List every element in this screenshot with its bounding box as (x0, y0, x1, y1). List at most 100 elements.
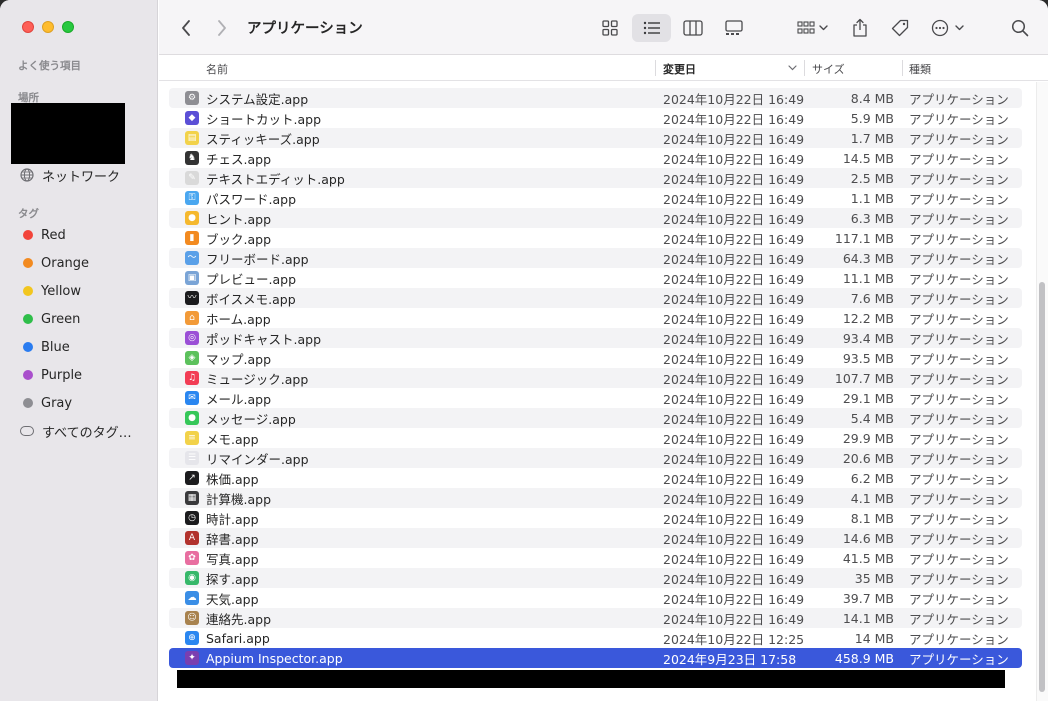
file-kind: アプリケーション (909, 211, 1009, 227)
file-name: ブック.app (206, 231, 272, 247)
file-row[interactable]: ◉ 探す.app 2024年10月22日 16:49 35 MB アプリケーション (169, 568, 1022, 588)
scroll-thumb[interactable] (1039, 282, 1045, 692)
tag-color-dot-icon (23, 258, 33, 268)
file-name: マップ.app (206, 351, 272, 367)
vertical-scrollbar[interactable] (1036, 82, 1048, 701)
file-row[interactable]: ⚙ システム設定.app 2024年10月22日 16:49 8.4 MB アプリケーシ… (169, 88, 1022, 108)
file-date: 2024年10月22日 16:49 (663, 451, 805, 467)
file-name: Appium Inspector.app (206, 650, 343, 666)
file-row[interactable]: ● ヒント.app 2024年10月22日 16:49 6.3 MB アプリケーション (169, 208, 1022, 228)
file-name: 連絡先.app (206, 611, 272, 627)
file-row[interactable]: ◈ マップ.app 2024年10月22日 16:49 93.5 MB アプリケーション (169, 348, 1022, 368)
sidebar-item-tag-purple[interactable]: Purple (20, 365, 82, 385)
file-row[interactable]: ☺ 連絡先.app 2024年10月22日 16:49 14.1 MB アプリケーション (169, 608, 1022, 628)
column-size-header[interactable]: サイズ (812, 61, 845, 77)
file-row[interactable]: ☰ リマインダー.app 2024年10月22日 16:49 20.6 MB アプリケー… (169, 448, 1022, 468)
file-size: 2.5 MB (850, 170, 894, 186)
file-size: 6.3 MB (850, 210, 894, 226)
file-name: メモ.app (206, 431, 259, 447)
zoom-window-button[interactable] (62, 21, 74, 33)
file-row[interactable]: A 辞書.app 2024年10月22日 16:49 14.6 MB アプリケーション (169, 528, 1022, 548)
file-kind: アプリケーション (909, 191, 1009, 207)
file-size: 5.9 MB (850, 110, 894, 126)
column-separator[interactable] (902, 60, 903, 76)
file-row[interactable]: ▣ プレビュー.app 2024年10月22日 16:49 11.1 MB アプリケーシ… (169, 268, 1022, 288)
column-date-header[interactable]: 変更日 (663, 61, 696, 77)
music-note-icon: ♫ (185, 371, 199, 385)
forward-button[interactable] (211, 14, 233, 42)
column-name-header[interactable]: 名前 (206, 61, 228, 77)
sidebar-item-tag-blue[interactable]: Blue (20, 337, 70, 357)
map-icon: ◈ (185, 351, 199, 365)
column-separator[interactable] (655, 60, 656, 76)
view-icons-button[interactable] (596, 14, 624, 42)
file-row[interactable]: ▤ スティッキーズ.app 2024年10月22日 16:49 1.7 MB アプリケー… (169, 128, 1022, 148)
search-button[interactable] (1007, 14, 1033, 42)
share-button[interactable] (847, 14, 873, 42)
file-size: 1.7 MB (850, 130, 894, 146)
file-row[interactable]: ↗ 株価.app 2024年10月22日 16:49 6.2 MB アプリケーション (169, 468, 1022, 488)
column-kind-header[interactable]: 種類 (909, 61, 931, 77)
sidebar-item-network[interactable]: ネットワーク (20, 165, 120, 185)
file-row[interactable]: 〜フリーボード.app 2024年10月22日 16:49 64.3 MB アプリケー… (169, 248, 1022, 268)
action-menu-button[interactable] (929, 14, 969, 42)
sidebar-item-label: Orange (41, 255, 90, 271)
minimize-window-button[interactable] (42, 21, 54, 33)
sidebar-item-tag-yellow[interactable]: Yellow (20, 281, 81, 301)
group-button[interactable] (793, 14, 833, 42)
view-gallery-button[interactable] (720, 14, 748, 42)
ellipsis-circle-icon (931, 19, 964, 37)
sidebar-item-tag-orange[interactable]: Orange (20, 253, 89, 273)
file-name: ショートカット.app (206, 111, 322, 127)
house-icon: ⌂ (185, 311, 199, 325)
file-row[interactable]: ⊕ Safari.app 2024年10月22日 12:25 14 MB アプリケーショ… (169, 628, 1022, 648)
file-row[interactable]: ✉ メール.app 2024年10月22日 16:49 29.1 MB アプリケーション (169, 388, 1022, 408)
file-row[interactable]: ⚿ パスワード.app 2024年10月22日 16:49 1.1 MB アプリケーショ… (169, 188, 1022, 208)
file-name: チェス.app (206, 151, 272, 167)
file-kind: アプリケーション (909, 351, 1009, 367)
file-kind: アプリケーション (909, 551, 1009, 567)
waveform-icon: 〰 (185, 291, 199, 305)
file-kind: アプリケーション (909, 91, 1009, 107)
file-date: 2024年10月22日 16:49 (663, 111, 805, 127)
back-button[interactable] (175, 14, 197, 42)
column-header: 名前 変更日 サイズ 種類 (159, 56, 1048, 81)
sidebar-item-label: Purple (41, 367, 83, 383)
file-row[interactable]: 〰ボイスメモ.app 2024年10月22日 16:49 7.6 MB アプリケーショ… (169, 288, 1022, 308)
file-row[interactable]: ⌂ ホーム.app 2024年10月22日 16:49 12.2 MB アプリケーション (169, 308, 1022, 328)
file-row[interactable]: ♞ チェス.app 2024年10月22日 16:49 14.5 MB アプリケーション (169, 148, 1022, 168)
view-list-button[interactable] (632, 14, 671, 42)
file-kind: アプリケーション (909, 171, 1009, 187)
file-row[interactable]: ◎ ポッドキャスト.app 2024年10月22日 16:49 93.4 MB アプリケ… (169, 328, 1022, 348)
columns-icon (683, 20, 703, 36)
file-name: 探す.app (206, 571, 259, 587)
sidebar-item-all-tags[interactable]: すべてのタグ… (20, 421, 132, 441)
file-name: 株価.app (206, 471, 259, 487)
sort-descending-chevron-icon (788, 65, 797, 71)
sidebar-item-tag-green[interactable]: Green (20, 309, 80, 329)
file-row[interactable]: ≡ メモ.app 2024年10月22日 16:49 29.9 MB アプリケーション (169, 428, 1022, 448)
file-row[interactable]: ◆ ショートカット.app 2024年10月22日 16:49 5.9 MB アプリケー… (169, 108, 1022, 128)
close-window-button[interactable] (22, 21, 34, 33)
column-separator[interactable] (804, 60, 805, 76)
sidebar-item-tag-red[interactable]: Red (20, 225, 66, 245)
file-row[interactable]: ☁ 天気.app 2024年10月22日 16:49 39.7 MB アプリケーション (169, 588, 1022, 608)
sidebar-item-tag-gray[interactable]: Gray (20, 393, 72, 413)
file-row[interactable]: ✎ テキストエディット.app 2024年10月22日 16:49 2.5 MB アプリ… (169, 168, 1022, 188)
file-row[interactable]: ♫ ミュージック.app 2024年10月22日 16:49 107.7 MB アプリケ… (169, 368, 1022, 388)
file-row[interactable]: ✿ 写真.app 2024年10月22日 16:49 41.5 MB アプリケーション (169, 548, 1022, 568)
file-row[interactable]: ▮ ブック.app 2024年10月22日 16:49 117.1 MB アプリケーショ… (169, 228, 1022, 248)
file-row[interactable]: ◷ 時計.app 2024年10月22日 16:49 8.1 MB アプリケーション (169, 508, 1022, 528)
file-row[interactable]: ▦ 計算機.app 2024年10月22日 16:49 4.1 MB アプリケーション (169, 488, 1022, 508)
view-columns-button[interactable] (679, 14, 707, 42)
file-date: 2024年10月22日 16:49 (663, 251, 805, 267)
file-kind: アプリケーション (909, 271, 1009, 287)
tag-button[interactable] (887, 14, 913, 42)
file-size: 1.1 MB (850, 190, 894, 206)
file-row[interactable]: ● メッセージ.app 2024年10月22日 16:49 5.4 MB アプリケーショ… (169, 408, 1022, 428)
file-row[interactable]: ✦ Appium Inspector.app 2024年9月23日 17:58 458… (169, 648, 1022, 668)
window-title: アプリケーション (247, 21, 363, 37)
file-kind: アプリケーション (909, 131, 1009, 147)
sticky-note-icon: ▤ (185, 131, 199, 145)
lightbulb-icon: ● (185, 211, 199, 225)
